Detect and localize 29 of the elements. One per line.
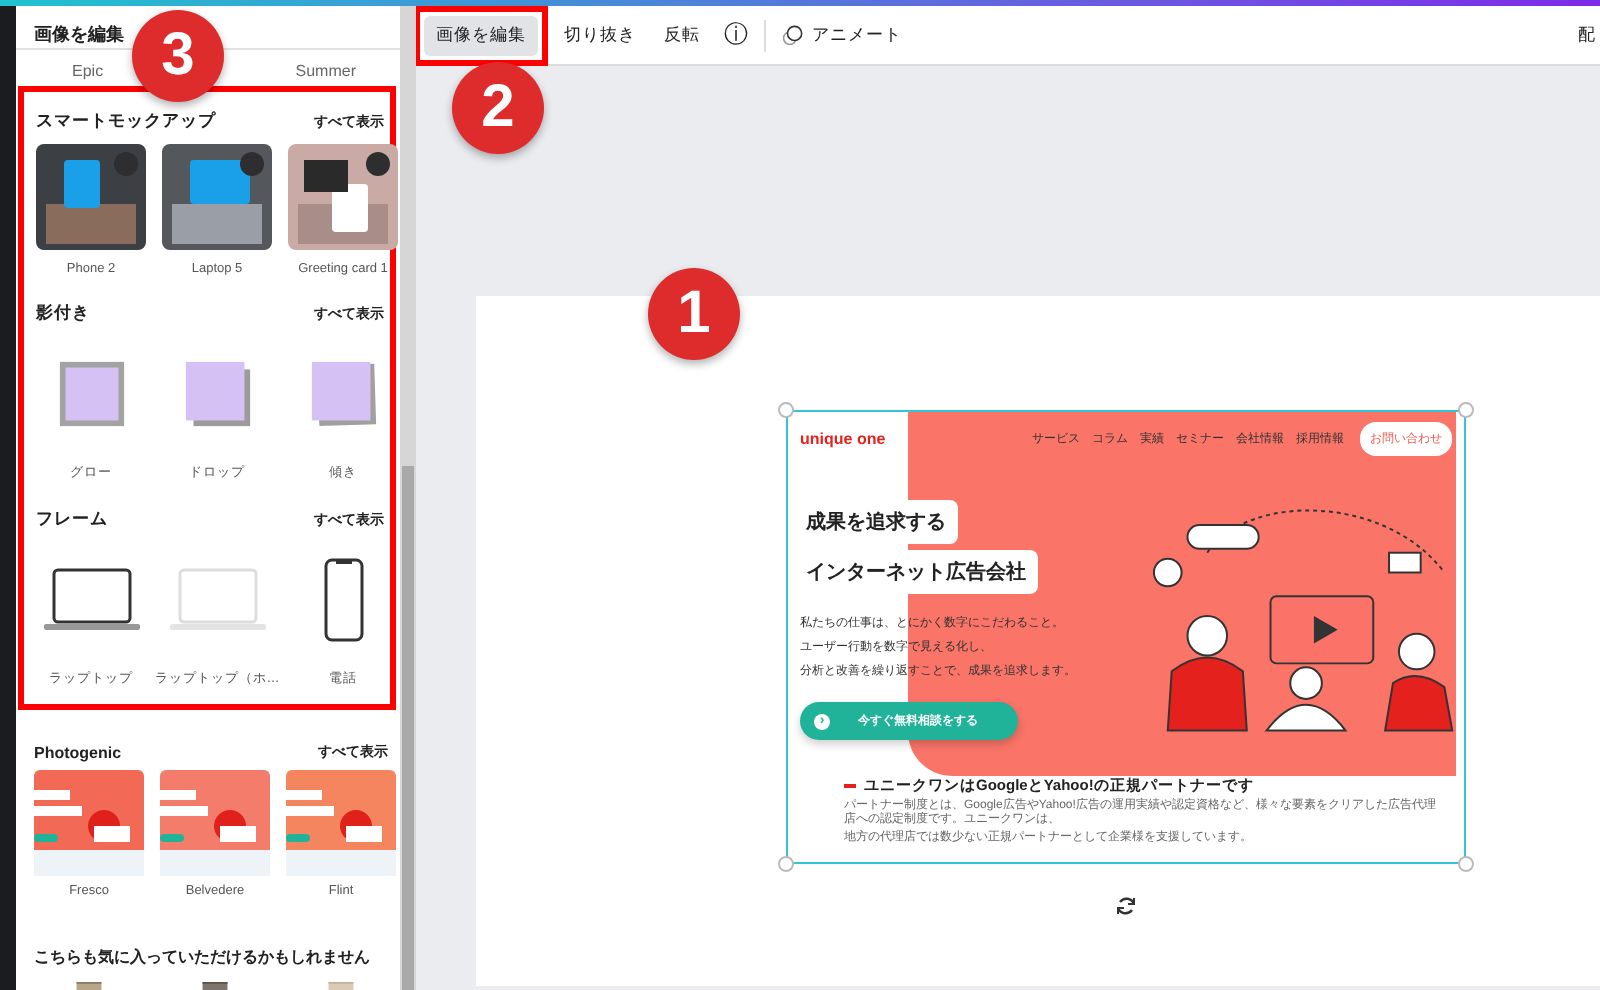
section-title: Photogenic (34, 743, 122, 761)
animate-button[interactable]: アニメート (770, 15, 914, 55)
drop-shadow-square-icon[interactable] (183, 360, 251, 428)
section-title: こちらも気に入っていただけるかもしれません (34, 945, 370, 967)
number-badge: 2 (452, 62, 544, 154)
circles-icon (782, 24, 804, 46)
resize-handle[interactable] (1458, 402, 1474, 418)
laptop-frame-icon[interactable] (41, 568, 141, 632)
rotate-icon[interactable] (1114, 894, 1138, 918)
info-icon[interactable]: ⓘ (724, 18, 748, 52)
edit-image-button[interactable]: 画像を編集 (424, 15, 538, 55)
style-tab[interactable]: Epic (72, 62, 104, 80)
section-title: フレーム (36, 508, 108, 532)
resize-handle[interactable] (1458, 856, 1474, 872)
scrollbar-thumb[interactable] (402, 466, 414, 990)
resize-handle[interactable] (778, 856, 794, 872)
headline: 成果を追求する (800, 500, 958, 544)
phone-frame-icon[interactable] (323, 558, 363, 642)
logo: unique one (800, 429, 886, 447)
toolbar-button[interactable]: 切り抜き (552, 15, 648, 55)
headline: インターネット広告会社 (800, 550, 1038, 594)
section-title: スマートモックアップ (36, 110, 216, 134)
style-tab[interactable]: Summer (295, 62, 356, 80)
toolbar-button[interactable]: 配 (1578, 23, 1596, 47)
toolbar-button[interactable]: 反転 (652, 15, 712, 55)
section-title: 影付き (36, 302, 90, 326)
glow-square-icon[interactable] (57, 360, 125, 428)
number-badge: 1 (648, 268, 740, 360)
resize-handle[interactable] (778, 402, 794, 418)
